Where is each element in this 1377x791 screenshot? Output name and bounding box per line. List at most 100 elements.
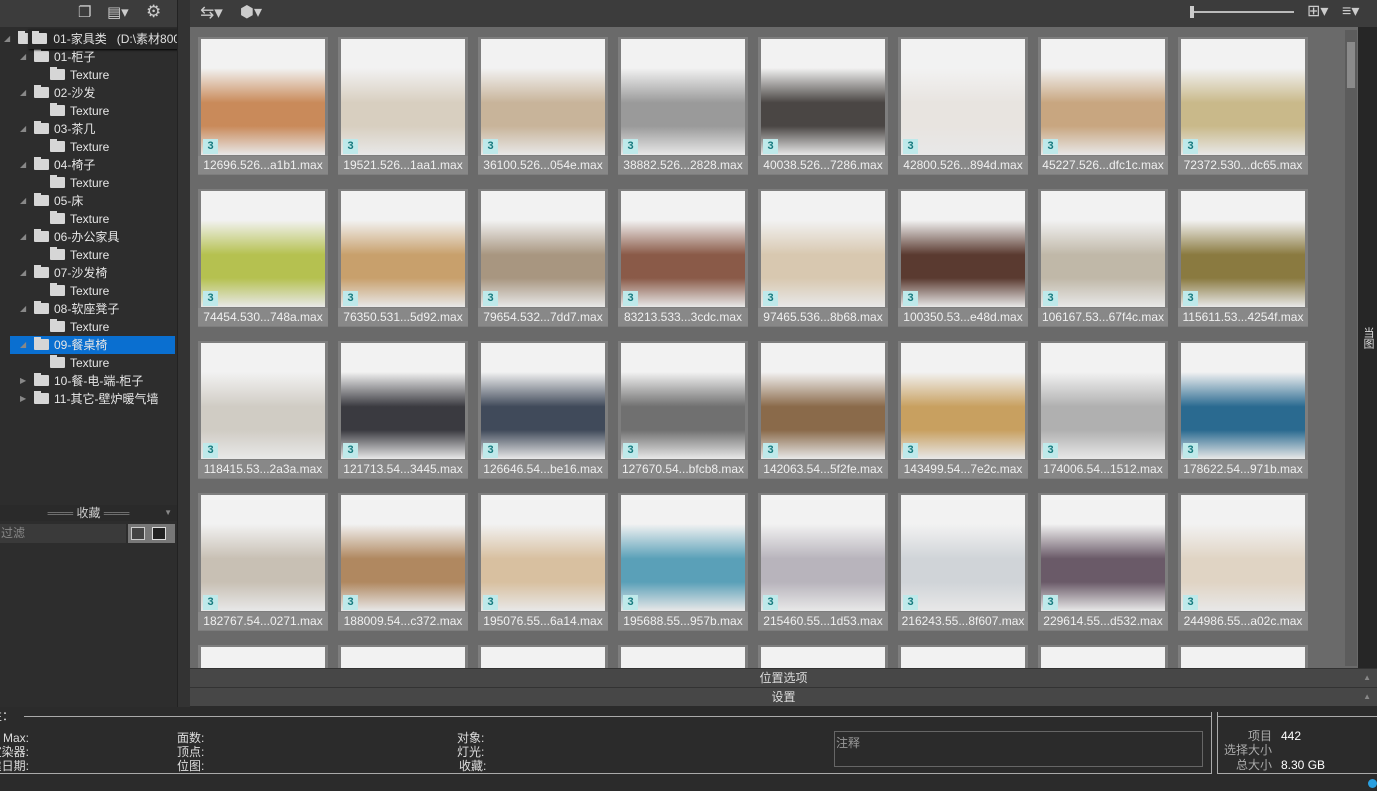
gear-icon[interactable]: ⚙	[146, 2, 161, 22]
3dsmax-badge-icon: 3	[1043, 291, 1058, 306]
location-options-bar[interactable]: 位置选项 ▲	[190, 668, 1377, 687]
thumbnail-card[interactable]	[198, 645, 328, 668]
thumbnail-card[interactable]: 3 40038.526...7286.max	[758, 37, 888, 175]
thumbnail-card[interactable]	[1038, 645, 1168, 668]
filter-input[interactable]: 过滤	[0, 524, 126, 543]
paste-icon[interactable]	[152, 527, 166, 540]
thumbnail-image	[761, 39, 885, 155]
thumbnail-card[interactable]: 3 36100.526...054e.max	[478, 37, 608, 175]
thumbnail-card[interactable]: 3 74454.530...748a.max	[198, 189, 328, 327]
scrollbar-thumb[interactable]	[1347, 42, 1355, 88]
expanded-arrow-icon[interactable]: ◢	[4, 30, 10, 48]
thumbnail-card[interactable]	[618, 645, 748, 668]
thumbnail-card[interactable]	[338, 645, 468, 668]
thumbnail-card[interactable]: 3 100350.53...e48d.max	[898, 189, 1028, 327]
thumbnail-image	[341, 495, 465, 611]
3dsmax-badge-icon: 3	[203, 443, 218, 458]
thumbnail-card[interactable]: 3 126646.54...be16.max	[478, 341, 608, 479]
thumbnail-card[interactable]: 3 216243.55...8f607.max	[898, 493, 1028, 631]
expanded-arrow-icon[interactable]: ◢	[20, 84, 26, 102]
side-tab[interactable]: 当图	[1361, 327, 1374, 349]
collapsed-arrow-icon[interactable]: ▶	[20, 372, 26, 390]
file-name: 83213.533...3cdc.max	[618, 308, 748, 326]
collapse-icon[interactable]: ▲	[1363, 669, 1371, 687]
panel-splitter[interactable]	[177, 0, 190, 707]
thumbnail-card[interactable]: 3 76350.531...5d92.max	[338, 189, 468, 327]
expanded-arrow-icon[interactable]: ◢	[20, 300, 26, 318]
expanded-arrow-icon[interactable]: ◢	[20, 228, 26, 246]
thumbnail-image	[1041, 191, 1165, 307]
note-textarea[interactable]: 注释	[834, 731, 1203, 767]
expanded-arrow-icon[interactable]: ◢	[20, 120, 26, 138]
thumbnail-card[interactable]: 3 127670.54...bfcb8.max	[618, 341, 748, 479]
vertical-scrollbar[interactable]	[1345, 30, 1357, 666]
thumbnail-card[interactable]: 3 229614.55...d532.max	[1038, 493, 1168, 631]
tree-item-label: 04-椅子	[54, 158, 96, 172]
selected-size-label: 选择大小	[1223, 743, 1272, 757]
folder-icon	[34, 373, 49, 386]
package-icon[interactable]: ⬢▾	[240, 3, 262, 23]
expanded-arrow-icon[interactable]: ◢	[20, 48, 26, 66]
window-icon[interactable]: ❐	[78, 3, 91, 23]
thumbnail-card[interactable]	[898, 645, 1028, 668]
3dsmax-badge-icon: 3	[203, 595, 218, 610]
collapsed-arrow-icon[interactable]: ▶	[20, 390, 26, 408]
copy-icon[interactable]	[131, 527, 145, 540]
tree-item[interactable]: ◢ 09-餐桌椅	[10, 336, 175, 354]
thumbnail-image	[761, 191, 885, 307]
thumbnail-image	[201, 495, 325, 611]
thumbnail-card[interactable]: 3 188009.54...c372.max	[338, 493, 468, 631]
file-name: 216243.55...8f607.max	[898, 612, 1028, 630]
thumbnail-image	[201, 39, 325, 155]
thumbnail-card[interactable]: 3 143499.54...7e2c.max	[898, 341, 1028, 479]
vertices-label: 顶点:	[177, 745, 205, 759]
dropdown-icon[interactable]: ▼	[164, 505, 172, 521]
expanded-arrow-icon[interactable]: ◢	[20, 156, 26, 174]
thumbnail-card[interactable]: 3 195076.55...6a14.max	[478, 493, 608, 631]
thumbnail-image	[481, 495, 605, 611]
expanded-arrow-icon[interactable]: ◢	[20, 192, 26, 210]
thumbnail-card[interactable]: 3 45227.526...dfc1c.max	[1038, 37, 1168, 175]
file-name: 19521.526...1aa1.max	[338, 156, 468, 174]
thumbnail-card[interactable]: 3 38882.526...2828.max	[618, 37, 748, 175]
thumbnail-card[interactable]	[478, 645, 608, 668]
favorites-header[interactable]: ═══ 收藏 ═══ ▼	[0, 505, 177, 521]
thumbnail-card[interactable]: 3 106167.53...67f4c.max	[1038, 189, 1168, 327]
layout-icon[interactable]: ▤▾	[107, 3, 129, 23]
3dsmax-badge-icon: 3	[623, 139, 638, 154]
thumbnail-card[interactable]: 3 97465.536...8b68.max	[758, 189, 888, 327]
file-name: 76350.531...5d92.max	[338, 308, 468, 326]
file-name: 72372.530...dc65.max	[1178, 156, 1308, 174]
thumbnail-card[interactable]: 3 244986.55...a02c.max	[1178, 493, 1308, 631]
file-name: 182767.54...0271.max	[198, 612, 328, 630]
settings-bar[interactable]: 设置 ▲	[190, 687, 1377, 706]
thumbnail-card[interactable]: 3 79654.532...7dd7.max	[478, 189, 608, 327]
thumbnail-card[interactable]: 3 118415.53...2a3a.max	[198, 341, 328, 479]
thumbnail-card[interactable]: 3 72372.530...dc65.max	[1178, 37, 1308, 175]
thumbnail-card[interactable]: 3 174006.54...1512.max	[1038, 341, 1168, 479]
thumbnail-card[interactable]: 3 195688.55...957b.max	[618, 493, 748, 631]
tree-item-label: 07-沙发椅	[54, 266, 108, 280]
zoom-slider[interactable]	[1194, 11, 1294, 13]
thumbnail-card[interactable]: 3 83213.533...3cdc.max	[618, 189, 748, 327]
thumbnail-card[interactable]: 3 215460.55...1d53.max	[758, 493, 888, 631]
thumbnail-card[interactable]: 3 42800.526...894d.max	[898, 37, 1028, 175]
thumbnail-card[interactable]	[758, 645, 888, 668]
thumbnail-card[interactable]: 3 19521.526...1aa1.max	[338, 37, 468, 175]
thumbnail-card[interactable]: 3 178622.54...971b.max	[1178, 341, 1308, 479]
thumbnail-card[interactable]: 3 115611.53...4254f.max	[1178, 189, 1308, 327]
expanded-arrow-icon[interactable]: ◢	[20, 264, 26, 282]
expanded-arrow-icon[interactable]: ◢	[20, 336, 26, 354]
thumbnail-card[interactable]: 3 121713.54...3445.max	[338, 341, 468, 479]
thumbnail-card[interactable]: 3 182767.54...0271.max	[198, 493, 328, 631]
sort-icon[interactable]: ≡▾	[1342, 2, 1359, 22]
thumbnail-card[interactable]: 3 142063.54...5f2fe.max	[758, 341, 888, 479]
tree-item-label: 01-柜子	[54, 50, 96, 64]
thumbnail-card[interactable]: 3 12696.526...a1b1.max	[198, 37, 328, 175]
collapse-icon[interactable]: ▲	[1363, 688, 1371, 706]
refresh-swap-icon[interactable]: ⇆▾	[200, 3, 223, 23]
3dsmax-badge-icon: 3	[1183, 139, 1198, 154]
file-name: 42800.526...894d.max	[898, 156, 1028, 174]
thumbnail-card[interactable]	[1178, 645, 1308, 668]
grid-view-icon[interactable]: ⊞▾	[1307, 2, 1328, 22]
